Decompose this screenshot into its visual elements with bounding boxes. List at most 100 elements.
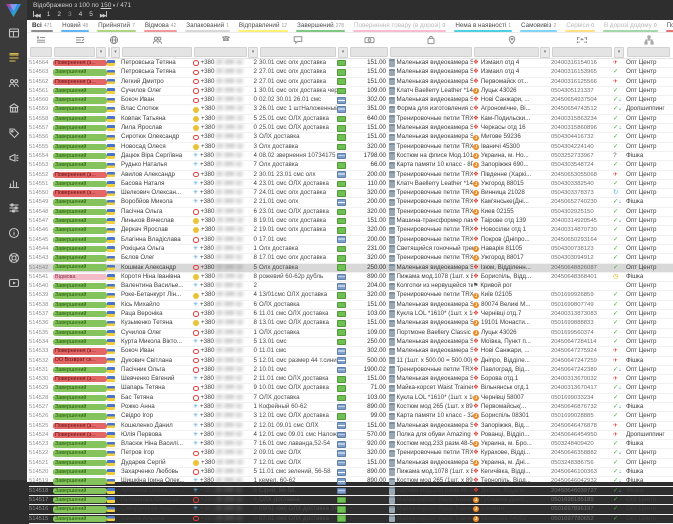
tab-status-3[interactable]: Відмова 42 — [140, 20, 181, 32]
column-header-site[interactable] — [626, 33, 671, 46]
tab-status-12[interactable]: Повернення — [662, 20, 673, 32]
column-header-ttnstatus[interactable] — [613, 33, 626, 46]
sidebar-item-board-icon[interactable] — [0, 26, 27, 40]
sidebar-item-tune-icon[interactable] — [0, 201, 27, 215]
order-row[interactable]: 514549 Завершений Воробйов Микола ✳ +380 29 3… — [29, 198, 673, 208]
order-row[interactable]: 514518 Завершений Артюхіна Олена Ми... ✳ +38… — [29, 487, 673, 496]
filter-input[interactable] — [627, 47, 670, 57]
order-row[interactable]: 514527 Завершений Рожко Анна ✳ +380 29 399 32… — [29, 403, 673, 413]
page-number-2[interactable]: 2 — [57, 11, 61, 18]
filter-dropdown[interactable]: ▾ — [111, 46, 120, 58]
column-header-name[interactable] — [121, 33, 193, 46]
column-header-phone[interactable]: ☎ — [193, 33, 259, 46]
order-row[interactable]: 514522 Завершений Петров Ігор +380 29 399 32… — [29, 449, 673, 459]
order-row[interactable]: 514523 Завершений Власюк Ніна Василі... ✳ +3… — [29, 440, 673, 450]
column-header-pay[interactable] — [337, 33, 349, 46]
order-row[interactable]: 514535 Завершений Сучилов Олег +380 29 399 3… — [29, 329, 673, 338]
column-header-product[interactable] — [389, 33, 473, 46]
filter-input[interactable] — [350, 47, 388, 57]
tab-status-7[interactable]: Повернення товару (в дорозі) 0 — [349, 20, 450, 32]
page-number-5[interactable]: 5 — [89, 11, 93, 18]
order-row[interactable]: 514529 Завершений Шапарь Тетяна +380 29 399 … — [29, 384, 673, 394]
tab-status-10[interactable]: Сервіси 0 — [561, 20, 599, 32]
page-size-dropdown[interactable]: 150 — [101, 2, 112, 9]
filter-input[interactable] — [122, 47, 192, 57]
sidebar-item-tag-icon[interactable] — [0, 126, 27, 140]
order-row[interactable]: 514539 Завершений Роке-Бетанкурт Лін... +38… — [29, 291, 673, 301]
filter-input[interactable] — [390, 47, 472, 57]
order-row[interactable]: 514530 Повернення (з... Шевченко Евгений ✳ +… — [29, 375, 673, 385]
filter-input[interactable] — [108, 47, 110, 57]
page-number-1[interactable]: 1 — [47, 11, 51, 18]
filter-dropdown[interactable]: ▾ — [540, 46, 550, 58]
filter-input[interactable] — [260, 47, 336, 57]
page-number-4[interactable]: 4 — [79, 11, 83, 18]
order-row[interactable]: 514525 Повернення (з... Кошеленко Данил ✳ +3… — [29, 422, 673, 431]
sidebar-item-video-icon[interactable] — [0, 276, 27, 290]
order-row[interactable]: 514517 Завершений Головінова Олексан... +38… — [29, 496, 673, 506]
order-row[interactable]: 514551 Завершений Басова Наталя ✳ +380 29 399… — [29, 180, 673, 190]
sidebar-item-clients-icon[interactable] — [0, 76, 27, 90]
order-row[interactable]: 514526 Завершений Свідро Ігор ✳ +380 29 399 3… — [29, 412, 673, 422]
sidebar-item-megaphone-icon[interactable] — [0, 151, 27, 165]
column-header-delivery[interactable] — [473, 33, 551, 46]
order-row[interactable]: 514524 Повернення (з... Юлія Первова ✳ +380 2… — [29, 431, 673, 441]
first-page-button[interactable]: ◀◀ — [33, 10, 41, 19]
order-row[interactable]: 514546 Завершений Деркач Ярослав +380 29 399… — [29, 226, 673, 236]
column-header-id[interactable] — [29, 33, 53, 46]
order-row[interactable]: 514547 Завершений Линьков Вячеслав +380 29 3… — [29, 217, 673, 227]
order-row[interactable]: 514528 Завершений Бас Тетяна +380 29 399 32 7… — [29, 394, 673, 403]
tab-all[interactable]: Всі 471 — [27, 20, 57, 32]
filter-input[interactable] — [474, 47, 539, 57]
order-row[interactable]: 514544 Завершений Рокіцька Ольга ✳ +380 29 39… — [29, 245, 673, 255]
tab-status-2[interactable]: Прийнятий 7 — [93, 20, 140, 32]
tab-status-4[interactable]: Запакований 1 — [181, 20, 234, 32]
column-header-ttn[interactable] — [551, 33, 613, 46]
order-row[interactable]: 514515 Завершений Касьян Альона +380 29 399 … — [29, 515, 673, 524]
app-logo-icon[interactable] — [5, 3, 22, 18]
tab-status-5[interactable]: Відправлений 12 — [234, 20, 292, 32]
order-row[interactable]: 514532 DO Возврат ск... Дукович Світлана +3… — [29, 357, 673, 366]
order-row[interactable]: 514548 Завершений Пасічна Ольга +380 29 399 … — [29, 208, 673, 218]
page-number-3[interactable]: 3 — [68, 11, 72, 18]
tab-status-9[interactable]: Самовивіз 2 — [516, 20, 561, 32]
order-row[interactable]: 514552 Повернення (з... Авилов Александр +3… — [29, 171, 673, 180]
filter-input[interactable] — [30, 47, 52, 57]
filter-dropdown[interactable]: ▾ — [248, 46, 258, 58]
order-row[interactable]: 514540 Завершений Валентина Василье... ✳ +38… — [29, 282, 673, 292]
order-row[interactable]: 514521 Завершений Дударев Сергій +380 29 399… — [29, 459, 673, 469]
order-row[interactable]: 514554 Завершений Дацюк Віра Сергіївна ✳ +38… — [29, 152, 673, 162]
order-row[interactable]: 514557 Завершений Лила Ярослав +380 29 399 3… — [29, 124, 673, 134]
order-row[interactable]: 514564 Повернення (з... Петровська Тетяна +… — [29, 59, 673, 69]
filter-dropdown[interactable]: ▾ — [338, 46, 348, 58]
order-row[interactable]: 514516 Завершений Скворунская Анаст... ✳ +38… — [29, 505, 673, 515]
order-row[interactable]: 514533 Повернення (з... Бокоч Иван +380 29 3… — [29, 347, 673, 357]
order-row[interactable]: 514561 Завершений Сучилов Олег +380 29 399 3… — [29, 87, 673, 97]
order-row[interactable]: 514543 Завершений Бєлов Олег ✳ +380 29 399 32… — [29, 254, 673, 264]
sidebar-item-shop-icon[interactable] — [0, 101, 27, 115]
order-row[interactable]: 514531 Завершений Пасічник Ольга +380 29 399… — [29, 366, 673, 376]
order-row[interactable]: 514558 Завершений Ковпак Татьяна +380 29 399… — [29, 115, 673, 125]
order-row[interactable]: 514542 Завершений Кошмак Александр +380 29 3… — [29, 263, 673, 273]
order-row[interactable]: 514553 Завершений Рудько Наталья ✳ +380 29 39… — [29, 161, 673, 171]
order-row[interactable]: 514559 Завершений Влас Слотюк +380 29 399 32… — [29, 105, 673, 115]
order-row[interactable]: 514519 Завершений Шишкіна Ірина Олек... ✳ +3… — [29, 477, 673, 487]
sidebar-item-help-icon[interactable] — [0, 251, 27, 265]
column-header-flag[interactable] — [107, 33, 121, 46]
filter-input[interactable] — [194, 47, 247, 57]
sidebar-item-orders-icon[interactable] — [0, 51, 27, 65]
order-row[interactable]: 514556 Завершений Сиротюк Олександр +380 29 … — [29, 133, 673, 143]
tab-status-1[interactable]: Новий 48 — [57, 20, 93, 32]
order-row[interactable]: 514545 Завершений Благінна Владіслава +380 2… — [29, 236, 673, 245]
filter-dropdown[interactable]: ▾ — [96, 46, 106, 58]
tab-status-6[interactable]: Завершений 278 — [292, 20, 349, 32]
order-row[interactable]: 514555 Завершений Новосад Олеся +380 29 399 … — [29, 143, 673, 152]
tab-status-8[interactable]: Нема в наявності 1 — [450, 20, 516, 32]
order-row[interactable]: 514538 Завершений Кісь Михайло ✳ +380 29 399 … — [29, 301, 673, 311]
order-row[interactable]: 514536 Завершений Кузьменко Тетяна +380 29 3… — [29, 319, 673, 329]
filter-input[interactable] — [552, 47, 612, 57]
sidebar-item-info-icon[interactable] — [0, 226, 27, 240]
filter-dropdown[interactable]: ▾ — [614, 46, 624, 58]
order-row[interactable]: 514563 Завершений Петровська Тетяна +380 29 … — [29, 68, 673, 78]
order-row[interactable]: 514520 Завершений Захарченко Любовь +380 29 … — [29, 468, 673, 478]
